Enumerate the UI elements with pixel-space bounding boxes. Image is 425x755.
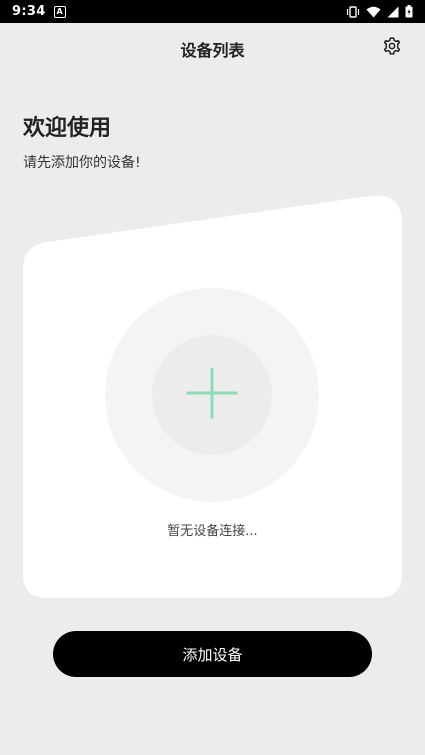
empty-state-text: 暂无设备连接... (167, 524, 258, 539)
wifi-icon (366, 6, 381, 18)
status-bar: 9:34 A (0, 0, 425, 23)
add-device-button[interactable]: 添加设备 (53, 631, 372, 677)
battery-icon (405, 5, 413, 18)
signal-icon (387, 6, 399, 18)
settings-button[interactable] (381, 37, 403, 59)
welcome-subtitle: 请先添加你的设备! (23, 155, 141, 171)
page-title: 设备列表 (180, 41, 245, 60)
welcome-title: 欢迎使用 (23, 116, 112, 141)
add-device-circle[interactable] (152, 335, 272, 455)
status-right (346, 5, 413, 18)
status-left: 9:34 A (12, 4, 66, 19)
gear-icon (382, 36, 402, 60)
app-bar: 设备列表 (0, 23, 425, 75)
plus-icon (186, 367, 238, 423)
device-card: 暂无设备连接... (22, 194, 403, 599)
vibrate-icon (346, 5, 360, 18)
status-time: 9:34 (12, 4, 46, 19)
a-badge-icon: A (53, 5, 66, 18)
